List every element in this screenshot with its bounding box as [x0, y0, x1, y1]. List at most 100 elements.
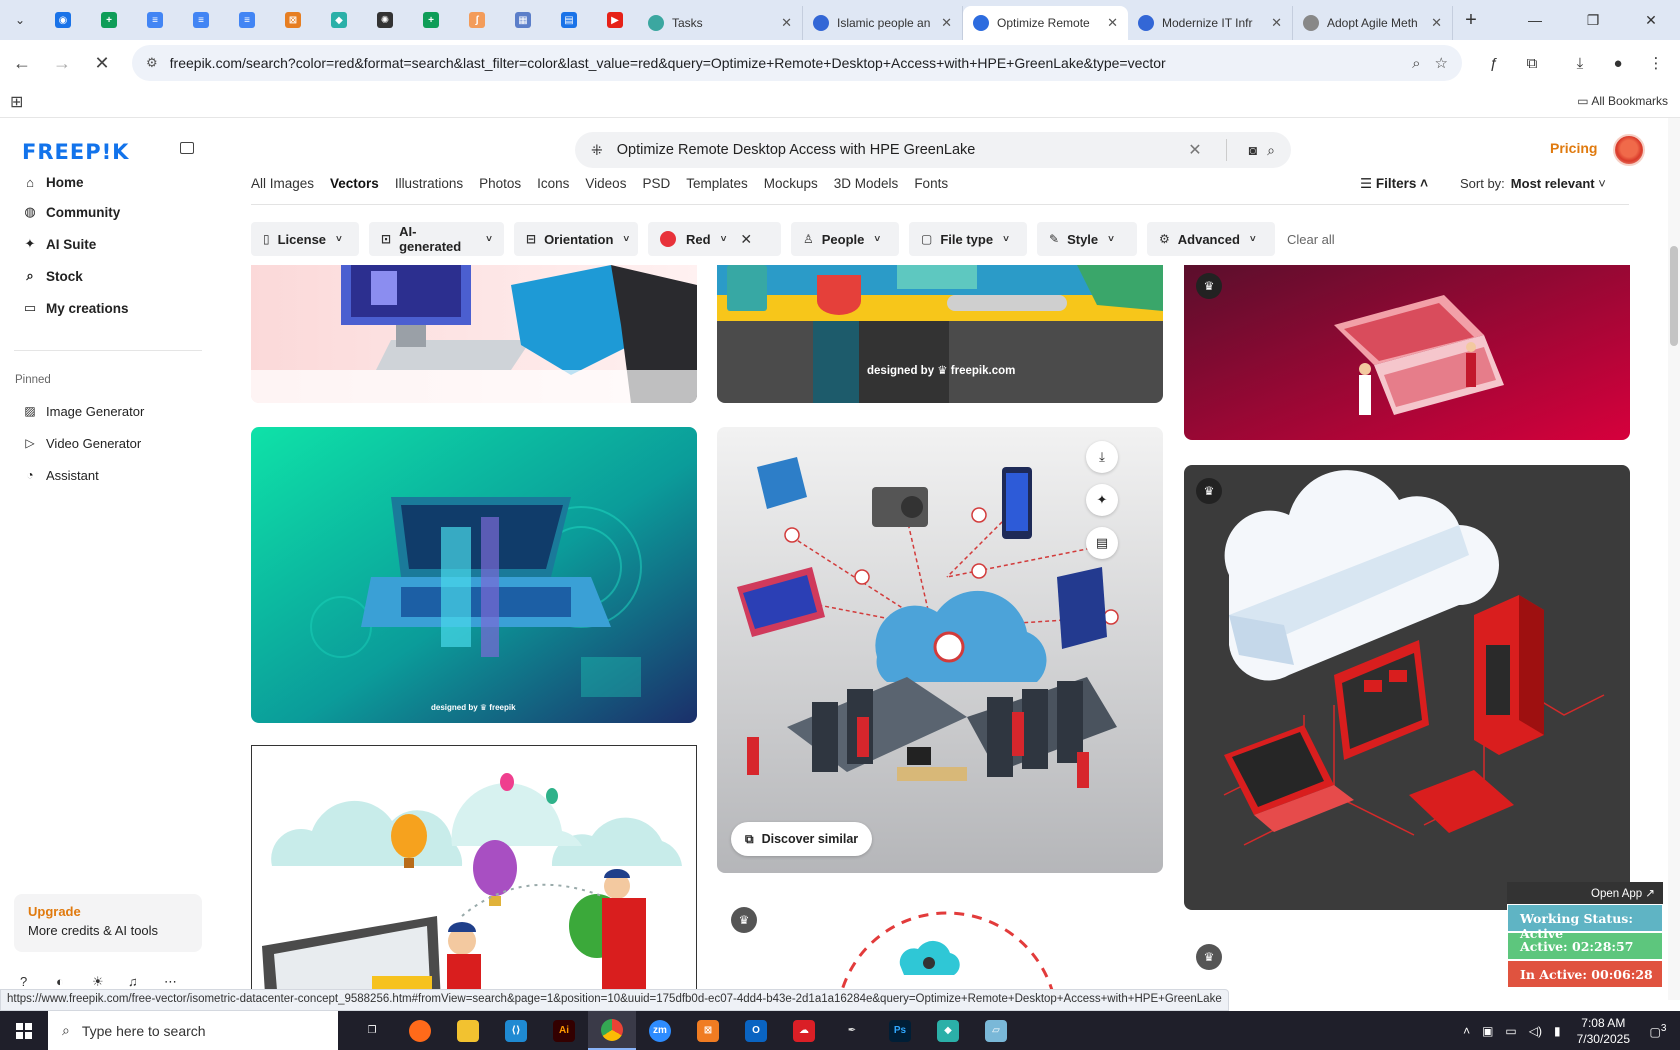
- stop-loading-icon[interactable]: ✕: [84, 45, 120, 81]
- battery-icon[interactable]: ▮: [1554, 1024, 1561, 1038]
- sidebar-item-home[interactable]: ⌂ Home: [20, 168, 83, 196]
- help-icon[interactable]: ?: [20, 974, 56, 990]
- pinned-tab[interactable]: ▶: [592, 0, 638, 40]
- tab-3d-models[interactable]: 3D Models: [834, 176, 899, 196]
- clock[interactable]: 7:08 AM 7/30/2025: [1577, 1015, 1630, 1047]
- filters-toggle[interactable]: ☰ Filters ˄: [1360, 176, 1428, 192]
- puzzle-icon[interactable]: ⧉: [1514, 45, 1550, 81]
- url-text[interactable]: freepik.com/search?color=red&format=sear…: [170, 55, 1398, 71]
- tab-videos[interactable]: Videos: [585, 176, 626, 196]
- sidebar-item-image-generator[interactable]: ▨ Image Generator: [20, 398, 144, 424]
- taskbar-illustrator[interactable]: Ai: [540, 1011, 588, 1050]
- sidebar-item-stock[interactable]: ⌕ Stock: [20, 262, 82, 290]
- filter-orientation[interactable]: ⊟ Orientation ˅: [514, 222, 638, 256]
- sidebar-item-community[interactable]: ◍ Community: [20, 198, 120, 226]
- taskbar-chrome[interactable]: [588, 1011, 636, 1050]
- pinned-tab[interactable]: ≡: [132, 0, 178, 40]
- tab-all-images[interactable]: All Images: [251, 176, 314, 196]
- tray-app-icon[interactable]: ▣: [1482, 1024, 1493, 1038]
- more-menu-icon[interactable]: ⋮: [1638, 45, 1674, 81]
- back-icon[interactable]: ←: [4, 45, 40, 81]
- volume-icon[interactable]: ◁): [1529, 1024, 1542, 1038]
- close-icon[interactable]: ✕: [1431, 15, 1442, 31]
- taskbar-app[interactable]: ⊠: [684, 1011, 732, 1050]
- filter-license[interactable]: ▯ License ˅: [251, 222, 359, 256]
- tab-mockups[interactable]: Mockups: [764, 176, 818, 196]
- address-bar[interactable]: ⚙ freepik.com/search?color=red&format=se…: [132, 45, 1462, 81]
- close-icon[interactable]: ✕: [1107, 15, 1118, 31]
- tab-templates[interactable]: Templates: [686, 176, 748, 196]
- clear-search-icon[interactable]: ✕: [1188, 140, 1201, 160]
- tab-modernize-it[interactable]: Modernize IT Infr ✕: [1128, 6, 1293, 40]
- pinned-tab[interactable]: ʃ: [454, 0, 500, 40]
- taskbar-firefox[interactable]: [396, 1011, 444, 1050]
- filter-color[interactable]: Red ˅ ✕: [648, 222, 781, 256]
- tab-search-icon[interactable]: ⌄: [0, 0, 40, 40]
- pinned-tab[interactable]: ≡: [178, 0, 224, 40]
- chevron-up-icon[interactable]: ˄: [1463, 1024, 1470, 1038]
- sidebar-item-my-creations[interactable]: ▭ My creations: [20, 294, 129, 322]
- tab-fonts[interactable]: Fonts: [914, 176, 948, 196]
- restore-icon[interactable]: ❐: [1564, 0, 1622, 40]
- download-icon[interactable]: ⤓: [1086, 441, 1118, 473]
- minimize-icon[interactable]: —: [1506, 0, 1564, 40]
- sidebar-item-assistant[interactable]: ◔ Assistant: [20, 462, 98, 488]
- upgrade-card[interactable]: Upgrade More credits & AI tools: [14, 894, 202, 952]
- taskbar-search[interactable]: ⌕ Type here to search: [48, 1011, 338, 1050]
- close-icon[interactable]: ✕: [1271, 15, 1282, 31]
- sidebar-toggle-icon[interactable]: [180, 142, 194, 154]
- tab-vectors[interactable]: Vectors: [330, 176, 379, 196]
- taskbar-outlook[interactable]: O: [732, 1011, 780, 1050]
- all-bookmarks[interactable]: ▭ All Bookmarks: [1577, 94, 1668, 108]
- theme-icon[interactable]: ☀: [92, 974, 128, 990]
- filter-people[interactable]: ♙ People ˅: [791, 222, 899, 256]
- zoom-icon[interactable]: ⌕: [1412, 55, 1420, 72]
- taskbar-app[interactable]: ▱: [972, 1011, 1020, 1050]
- close-icon[interactable]: ✕: [941, 15, 952, 31]
- bookmark-star-icon[interactable]: ☆: [1435, 54, 1448, 72]
- profile-icon[interactable]: ●: [1600, 45, 1636, 81]
- sidebar-item-ai-suite[interactable]: ✦ AI Suite: [20, 230, 97, 258]
- taskbar-pen-tool[interactable]: ✒: [828, 1011, 876, 1050]
- camera-icon[interactable]: ◙: [1249, 142, 1257, 158]
- avatar[interactable]: [1613, 134, 1645, 166]
- discord-icon[interactable]: ◐: [56, 974, 92, 990]
- taskbar-photoshop[interactable]: Ps: [876, 1011, 924, 1050]
- pinned-tab[interactable]: ◆: [316, 0, 362, 40]
- bell-icon[interactable]: ♫: [128, 974, 164, 990]
- page-scrollbar[interactable]: [1668, 118, 1680, 1000]
- pinned-tab[interactable]: +: [86, 0, 132, 40]
- tab-psd[interactable]: PSD: [642, 176, 670, 196]
- task-view-icon[interactable]: ❐: [348, 1011, 396, 1050]
- freepik-logo[interactable]: FREEP!K: [22, 140, 129, 164]
- pinned-tab[interactable]: ≡: [224, 0, 270, 40]
- clear-all-filters[interactable]: Clear all: [1287, 232, 1335, 247]
- ai-edit-icon[interactable]: ✦: [1086, 484, 1118, 516]
- extension-icon[interactable]: ƒ: [1476, 45, 1512, 81]
- result-card-desk-worker[interactable]: [251, 265, 697, 403]
- forward-icon[interactable]: →: [44, 45, 80, 81]
- tab-islamic-people[interactable]: Islamic people an ✕: [803, 6, 963, 40]
- taskbar-explorer[interactable]: [444, 1011, 492, 1050]
- result-card-isometric-datacenter[interactable]: ⤓ ✦ ▤ ⧉ Discover similar: [717, 427, 1163, 873]
- result-card-cloud-network[interactable]: ♛: [717, 893, 1163, 1000]
- pinned-tab[interactable]: +: [408, 0, 454, 40]
- pricing-link[interactable]: Pricing: [1550, 140, 1597, 156]
- filter-ai-generated[interactable]: ⊡ AI-generated ˅: [369, 222, 504, 256]
- new-tab-button[interactable]: +: [1453, 9, 1489, 32]
- result-card-balloons[interactable]: [251, 745, 697, 1000]
- taskbar-zoom[interactable]: zm: [636, 1011, 684, 1050]
- scrollbar-thumb[interactable]: [1670, 246, 1678, 346]
- result-card-teal-laptop[interactable]: designed by ♛ freepik: [251, 427, 697, 723]
- sort-dropdown[interactable]: Sort by: Most relevant ˅: [1460, 176, 1606, 191]
- grid-icon[interactable]: ⁜: [591, 142, 603, 159]
- add-to-collection-icon[interactable]: ▤: [1086, 527, 1118, 559]
- result-card-workspace[interactable]: designed by ♛ freepik.com: [717, 265, 1163, 403]
- pinned-tab[interactable]: ◉: [40, 0, 86, 40]
- result-card-cloud-servers[interactable]: ♛: [1184, 465, 1630, 910]
- taskbar-creative-cloud[interactable]: ☁: [780, 1011, 828, 1050]
- sidebar-item-video-generator[interactable]: ▷ Video Generator: [20, 430, 141, 456]
- start-button[interactable]: [0, 1011, 48, 1050]
- tab-photos[interactable]: Photos: [479, 176, 521, 196]
- tab-icons[interactable]: Icons: [537, 176, 569, 196]
